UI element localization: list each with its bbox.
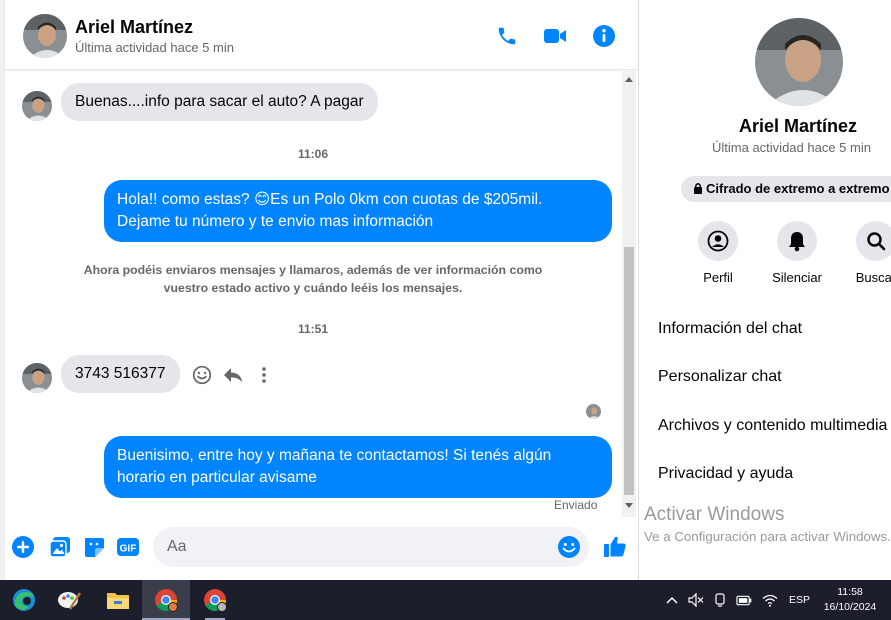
- search-label: Buscar: [855, 270, 891, 285]
- avatar[interactable]: [755, 18, 843, 106]
- phone-icon[interactable]: [493, 22, 521, 50]
- profile-label: Perfil: [703, 270, 733, 285]
- timestamp: 11:51: [297, 322, 329, 336]
- avatar[interactable]: [23, 14, 67, 58]
- composer: GIF Aa: [5, 518, 637, 580]
- scroll-up-arrow-icon[interactable]: [625, 77, 633, 82]
- menu-privacy-help[interactable]: Privacidad y ayuda: [658, 465, 793, 483]
- chat-window: Ariel Martínez Última actividad hace 5 m…: [5, 0, 637, 580]
- avatar[interactable]: [22, 91, 52, 121]
- mute-label: Silenciar: [772, 270, 822, 285]
- scroll-down-arrow-icon[interactable]: [625, 503, 633, 508]
- language-indicator[interactable]: ESP: [789, 594, 810, 606]
- contact-status: Última actividad hace 5 min: [75, 40, 234, 55]
- menu-chat-info[interactable]: Información del chat: [658, 320, 802, 338]
- paint-icon[interactable]: [45, 580, 93, 620]
- activation-watermark-subtitle: Ve a Configuración para activar Windows.: [644, 529, 891, 544]
- seen-avatar: [586, 404, 601, 419]
- contact-name: Ariel Martínez: [739, 116, 858, 136]
- chrome-profile-icon[interactable]: [191, 580, 239, 620]
- edge-icon[interactable]: [0, 580, 48, 620]
- file-explorer-icon[interactable]: [94, 580, 142, 620]
- bell-icon: [777, 221, 817, 261]
- message-input-placeholder: Aa: [167, 538, 187, 555]
- system-notice-line: vuestro estado activo y cuándo leéis los…: [163, 281, 463, 295]
- taskbar: ESP 11:58 16/10/2024: [0, 580, 891, 620]
- system-notice: Ahora podéis enviaros mensajes y llamaro…: [69, 261, 557, 297]
- like-icon[interactable]: [602, 533, 628, 559]
- message-list[interactable]: Buenas....info para sacar el auto? A pag…: [5, 71, 637, 517]
- battery-icon[interactable]: [736, 592, 752, 608]
- message-line: Buenisimo, entre hoy y mañana te contact…: [117, 447, 552, 464]
- encryption-label: Cifrado de extremo a extremo: [706, 181, 890, 196]
- emoji-icon[interactable]: [557, 535, 581, 559]
- avatar[interactable]: [22, 363, 52, 393]
- incoming-message[interactable]: 3743 516377: [61, 355, 180, 393]
- incoming-message[interactable]: Buenas....info para sacar el auto? A pag…: [61, 83, 378, 121]
- message-input[interactable]: Aa: [153, 527, 589, 567]
- encryption-badge[interactable]: Cifrado de extremo a extremo: [681, 176, 891, 202]
- profile-button[interactable]: Perfil: [678, 221, 758, 285]
- search-icon: [856, 221, 891, 261]
- activation-watermark-title: Activar Windows: [644, 504, 785, 525]
- screen: Ariel Martínez Última actividad hace 5 m…: [0, 0, 891, 620]
- contact-name[interactable]: Ariel Martínez: [75, 17, 193, 38]
- timestamp: 11:06: [297, 147, 329, 161]
- menu-customize-chat[interactable]: Personalizar chat: [658, 368, 782, 386]
- photo-icon[interactable]: [47, 534, 73, 560]
- clock-time: 11:58: [837, 586, 863, 598]
- clock[interactable]: 11:58 16/10/2024: [822, 585, 878, 615]
- info-icon[interactable]: [590, 22, 618, 50]
- conversation-info-panel: Ariel Martínez Última actividad hace 5 m…: [639, 0, 891, 580]
- mute-button[interactable]: Silenciar: [757, 221, 837, 285]
- chevron-up-icon[interactable]: [664, 592, 680, 608]
- search-button[interactable]: Buscar: [836, 221, 891, 285]
- scroll-thumb[interactable]: [624, 247, 634, 495]
- video-icon[interactable]: [541, 22, 569, 50]
- add-icon[interactable]: [10, 534, 36, 560]
- clock-date: 16/10/2024: [823, 601, 877, 613]
- system-notice-line: Ahora podéis enviaros mensajes y llamaro…: [83, 263, 543, 277]
- chrome-icon[interactable]: [142, 580, 190, 620]
- outgoing-message[interactable]: Hola!! como estas? 😊Es un Polo 0km con c…: [104, 180, 612, 242]
- lock-icon: [694, 183, 702, 194]
- more-options-icon[interactable]: [252, 363, 276, 387]
- sent-status: Enviado: [554, 498, 598, 512]
- scrollbar[interactable]: [622, 71, 636, 517]
- message-line: Dejame tu número y te envio mas informac…: [117, 213, 434, 230]
- reply-icon[interactable]: [221, 363, 245, 387]
- volume-muted-icon[interactable]: [688, 592, 704, 608]
- display-icon[interactable]: [712, 592, 728, 608]
- message-line: horario en particular avisame: [117, 469, 317, 486]
- contact-status: Última actividad hace 5 min: [712, 140, 871, 155]
- wifi-icon[interactable]: [762, 592, 778, 608]
- outgoing-message[interactable]: Buenisimo, entre hoy y mañana te contact…: [104, 436, 612, 498]
- message-line: Hola!! como estas? 😊Es un Polo 0km con c…: [117, 191, 543, 208]
- chat-header: Ariel Martínez Última actividad hace 5 m…: [5, 0, 637, 70]
- svg-text:GIF: GIF: [120, 544, 137, 555]
- gif-icon[interactable]: GIF: [115, 534, 141, 560]
- emoji-react-icon[interactable]: [190, 363, 214, 387]
- menu-media-files[interactable]: Archivos y contenido multimedia: [658, 417, 887, 435]
- profile-icon: [698, 221, 738, 261]
- sticker-icon[interactable]: [81, 534, 107, 560]
